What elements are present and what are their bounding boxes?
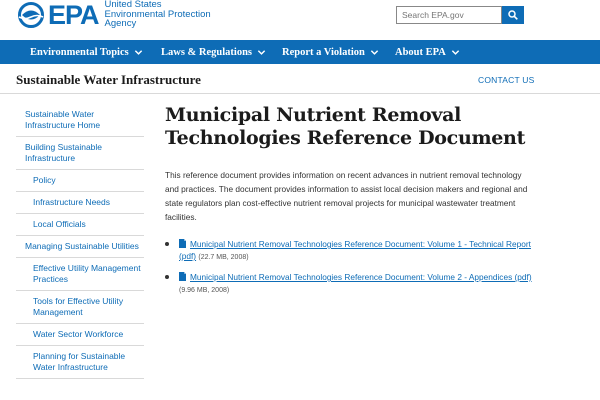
sidebar-item-infrastructure-needs[interactable]: Infrastructure Needs: [16, 192, 144, 214]
sidebar-item-policy[interactable]: Policy: [16, 170, 144, 192]
document-list: Municipal Nutrient Removal Technologies …: [165, 238, 535, 297]
contact-us-link[interactable]: CONTACT US: [478, 75, 534, 85]
logo-subtitle: United States Environmental Protection A…: [105, 0, 211, 29]
sidebar-item-eum-tools[interactable]: Tools for Effective Utility Management: [16, 291, 144, 324]
main-content: Municipal Nutrient Removal Technologies …: [165, 104, 535, 304]
logo-subtitle-line: Agency: [104, 18, 137, 29]
sidebar-item-building-sustainable[interactable]: Building Sustainable Infrastructure: [16, 137, 144, 170]
search-button[interactable]: [502, 6, 524, 24]
sidebar-item-planning[interactable]: Planning for Sustainable Water Infrastru…: [16, 346, 144, 379]
pdf-icon: [179, 239, 186, 248]
epa-flower-icon: [18, 2, 44, 29]
list-item: Municipal Nutrient Removal Technologies …: [165, 238, 535, 264]
bullet: [165, 275, 169, 279]
search-form: [396, 6, 524, 24]
main-nav: Environmental Topics Laws & Regulations …: [0, 40, 600, 64]
sidebar-item-swi-home[interactable]: Sustainable Water Infrastructure Home: [16, 104, 144, 137]
section-title[interactable]: Sustainable Water Infrastructure: [16, 72, 201, 88]
sidebar-item-managing-utilities[interactable]: Managing Sustainable Utilities: [16, 236, 144, 258]
list-item: Municipal Nutrient Removal Technologies …: [165, 271, 535, 297]
document-link[interactable]: Municipal Nutrient Removal Technologies …: [190, 272, 532, 282]
nav-label: Laws & Regulations: [161, 46, 253, 58]
page-title: Municipal Nutrient Removal Technologies …: [165, 104, 526, 149]
search-icon: [508, 10, 518, 20]
site-header: EPA United States Environmental Protecti…: [0, 0, 600, 40]
nav-environmental-topics[interactable]: Environmental Topics: [30, 40, 143, 64]
chevron-down-icon: [257, 49, 266, 55]
intro-paragraph: This reference document provides informa…: [165, 170, 528, 222]
section-header: Sustainable Water Infrastructure CONTACT…: [0, 64, 600, 94]
nav-about-epa[interactable]: About EPA: [395, 40, 460, 64]
sidebar-item-local-officials[interactable]: Local Officials: [16, 214, 144, 236]
sidebar-item-eum-practices[interactable]: Effective Utility Management Practices: [16, 258, 144, 291]
pdf-icon: [179, 272, 186, 281]
bullet: [165, 242, 169, 246]
file-meta: (9.96 MB, 2008): [179, 287, 230, 294]
chevron-down-icon: [370, 49, 379, 55]
chevron-down-icon: [451, 49, 460, 55]
sidebar-nav: Sustainable Water Infrastructure Home Bu…: [16, 104, 144, 379]
epa-logo[interactable]: EPA United States Environmental Protecti…: [16, 0, 211, 31]
file-meta: (22.7 MB, 2008): [198, 254, 249, 261]
sidebar-item-workforce[interactable]: Water Sector Workforce: [16, 324, 144, 346]
nav-label: About EPA: [395, 46, 446, 58]
nav-label: Environmental Topics: [30, 46, 129, 58]
logo-wordmark: EPA: [48, 0, 100, 31]
chevron-down-icon: [134, 49, 142, 55]
nav-label: Report a Violation: [282, 46, 365, 58]
nav-laws-regulations[interactable]: Laws & Regulations: [161, 40, 266, 64]
search-input[interactable]: [396, 6, 502, 24]
nav-report-violation[interactable]: Report a Violation: [282, 40, 379, 64]
